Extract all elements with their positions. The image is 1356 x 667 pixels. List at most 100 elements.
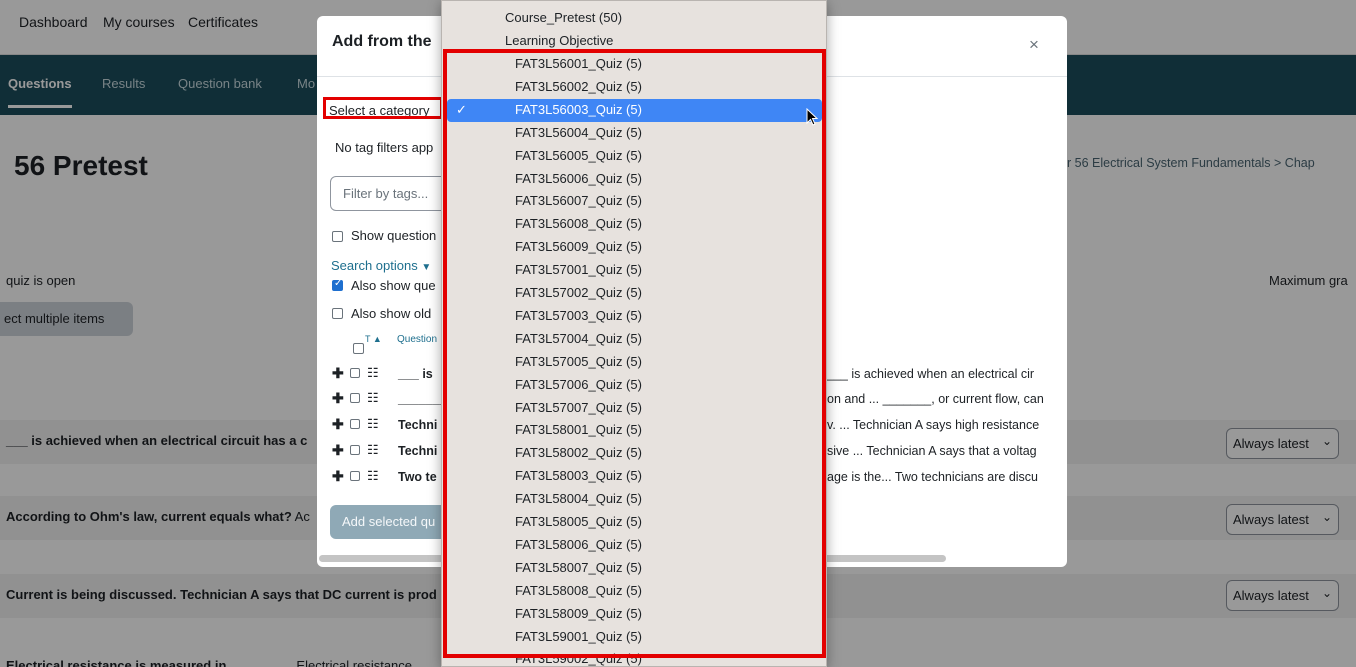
dropdown-option[interactable]: FAT3L57004_Quiz (5): [442, 328, 826, 351]
question-name: Techni: [398, 418, 438, 432]
add-question-icon[interactable]: ✚: [332, 442, 344, 459]
also-show-checkbox-1[interactable]: [332, 278, 343, 291]
question-checkbox[interactable]: [350, 368, 360, 378]
dropdown-option[interactable]: FAT3L57006_Quiz (5): [442, 374, 826, 397]
dropdown-option-label: FAT3L58008_Quiz (5): [515, 582, 642, 598]
question-checkbox[interactable]: [350, 445, 360, 455]
dropdown-group-course-pretest[interactable]: Course_Pretest (50): [442, 7, 826, 30]
question-checkbox[interactable]: [350, 393, 360, 403]
dropdown-option[interactable]: FAT3L56006_Quiz (5): [442, 168, 826, 191]
dropdown-option-label: FAT3L57004_Quiz (5): [515, 330, 642, 346]
dropdown-option[interactable]: FAT3L58003_Quiz (5): [442, 465, 826, 488]
dropdown-option[interactable]: FAT3L56008_Quiz (5): [442, 213, 826, 236]
mouse-cursor-icon: [806, 108, 818, 126]
dropdown-option[interactable]: FAT3L57005_Quiz (5): [442, 351, 826, 374]
dropdown-option-label: FAT3L58004_Quiz (5): [515, 491, 642, 507]
question-text: sive ... Technician A says that a voltag: [827, 444, 1037, 458]
question-text: on and ... _______, or current flow, can: [827, 392, 1044, 406]
dropdown-option[interactable]: FAT3L58001_Quiz (5): [442, 419, 826, 442]
dropdown-option-label: FAT3L57005_Quiz (5): [515, 353, 642, 369]
dropdown-option[interactable]: FAT3L56009_Quiz (5): [442, 236, 826, 259]
also-show-label-2: Also show old: [351, 306, 432, 321]
dropdown-option[interactable]: FAT3L58002_Quiz (5): [442, 442, 826, 465]
list-icon: ☷: [367, 442, 379, 457]
question-name: Two te: [398, 470, 437, 484]
dropdown-option[interactable]: FAT3L58005_Quiz (5): [442, 511, 826, 534]
dropdown-option[interactable]: FAT3L57003_Quiz (5): [442, 305, 826, 328]
add-selected-questions-button[interactable]: Add selected qu: [330, 505, 455, 539]
dropdown-option-label: FAT3L58007_Quiz (5): [515, 559, 642, 575]
dropdown-option-label: FAT3L58003_Quiz (5): [515, 468, 642, 484]
add-question-icon[interactable]: ✚: [332, 365, 344, 382]
dropdown-option[interactable]: FAT3L58006_Quiz (5): [442, 534, 826, 557]
dropdown-option-label: FAT3L59002_Quiz (5): [515, 651, 642, 667]
add-question-icon[interactable]: ✚: [332, 416, 344, 433]
dropdown-option[interactable]: FAT3L57007_Quiz (5): [442, 397, 826, 420]
dropdown-option[interactable]: FAT3L57001_Quiz (5): [442, 259, 826, 282]
dropdown-option[interactable]: FAT3L56005_Quiz (5): [442, 145, 826, 168]
dropdown-option[interactable]: FAT3L56007_Quiz (5): [442, 190, 826, 213]
dropdown-option[interactable]: FAT3L56004_Quiz (5): [442, 122, 826, 145]
select-all-checkbox[interactable]: [353, 343, 364, 354]
dropdown-option-label: FAT3L56003_Quiz (5): [515, 101, 642, 117]
dropdown-option-label: FAT3L57006_Quiz (5): [515, 376, 642, 392]
add-question-icon[interactable]: ✚: [332, 468, 344, 485]
dropdown-option-label: FAT3L59001_Quiz (5): [515, 628, 642, 644]
show-questions-checkbox[interactable]: [332, 231, 343, 242]
dropdown-option-label: FAT3L57002_Quiz (5): [515, 285, 642, 300]
dropdown-option-label: FAT3L56008_Quiz (5): [515, 216, 642, 232]
dropdown-option[interactable]: FAT3L58009_Quiz (5): [442, 603, 826, 626]
question-text: v. ... Technician A says high resistance: [827, 418, 1040, 432]
dropdown-option-label: FAT3L57003_Quiz (5): [515, 307, 642, 323]
search-options-link[interactable]: Search options ▼: [331, 258, 431, 273]
also-show-checkbox-2[interactable]: [332, 308, 343, 319]
dropdown-option-label: FAT3L58009_Quiz (5): [515, 605, 642, 621]
dropdown-option-label: FAT3L56005_Quiz (5): [515, 147, 642, 163]
list-icon: ☷: [367, 416, 379, 431]
dropdown-option-label: FAT3L58006_Quiz (5): [515, 536, 642, 552]
question-name: _______: [398, 392, 447, 406]
close-icon[interactable]: ×: [1029, 35, 1039, 55]
show-questions-label: Show question: [351, 228, 437, 243]
modal-title: Add from the: [332, 33, 432, 50]
sort-type-header[interactable]: T ▲: [365, 334, 382, 344]
dropdown-option-label: FAT3L56009_Quiz (5): [515, 239, 642, 255]
dropdown-option-label: FAT3L57001_Quiz (5): [515, 262, 642, 278]
dropdown-option[interactable]: FAT3L56001_Quiz (5): [442, 53, 826, 76]
sort-type-label: T: [365, 334, 371, 344]
dropdown-option[interactable]: FAT3L59002_Quiz (5): [442, 648, 826, 667]
question-checkbox[interactable]: [350, 471, 360, 481]
question-text: age is the... Two technicians are discu: [827, 470, 1038, 484]
dropdown-option[interactable]: FAT3L56002_Quiz (5): [442, 76, 826, 99]
dropdown-option[interactable]: FAT3L57002_Quiz (5): [442, 282, 826, 305]
dropdown-group-learning-objective: Learning Objective: [505, 33, 614, 48]
question-text: ___ is achieved when an electrical cir: [827, 367, 1035, 381]
caret-down-icon: ▼: [421, 262, 432, 273]
sort-asc-icon: ▲: [372, 334, 382, 344]
dropdown-option-label: FAT3L58001_Quiz (5): [515, 422, 642, 438]
dropdown-option[interactable]: FAT3L58004_Quiz (5): [442, 488, 826, 511]
dropdown-option-label: FAT3L56006_Quiz (5): [515, 170, 642, 186]
also-show-label-1: Also show que: [351, 278, 436, 293]
dropdown-option[interactable]: FAT3L58007_Quiz (5): [442, 557, 826, 580]
dropdown-option-label: FAT3L56002_Quiz (5): [515, 78, 642, 94]
dropdown-option-label: FAT3L58002_Quiz (5): [515, 445, 642, 461]
select-category-label[interactable]: Select a category: [323, 97, 443, 119]
dropdown-option-label: FAT3L56004_Quiz (5): [515, 124, 642, 140]
list-icon: ☷: [367, 468, 379, 483]
dropdown-option-label: FAT3L56001_Quiz (5): [515, 56, 642, 71]
dropdown-option[interactable]: ✓ FAT3L56003_Quiz (5): [447, 98, 822, 122]
question-name: Techni: [398, 444, 438, 458]
category-dropdown-list[interactable]: Course_Pretest (50) Learning Objective F…: [441, 0, 827, 667]
dropdown-option-label: FAT3L57007_Quiz (5): [515, 399, 642, 415]
list-icon: ☷: [367, 365, 379, 380]
question-checkbox[interactable]: [350, 419, 360, 429]
question-name: ___ is: [398, 367, 433, 381]
checkmark-icon: ✓: [456, 101, 467, 117]
dropdown-option[interactable]: FAT3L59001_Quiz (5): [442, 626, 826, 649]
question-column-header[interactable]: Question: [397, 334, 437, 345]
search-options-label: Search options: [331, 258, 418, 273]
dropdown-option[interactable]: FAT3L58008_Quiz (5): [442, 580, 826, 603]
list-icon: ☷: [367, 390, 379, 405]
add-question-icon[interactable]: ✚: [332, 390, 344, 407]
